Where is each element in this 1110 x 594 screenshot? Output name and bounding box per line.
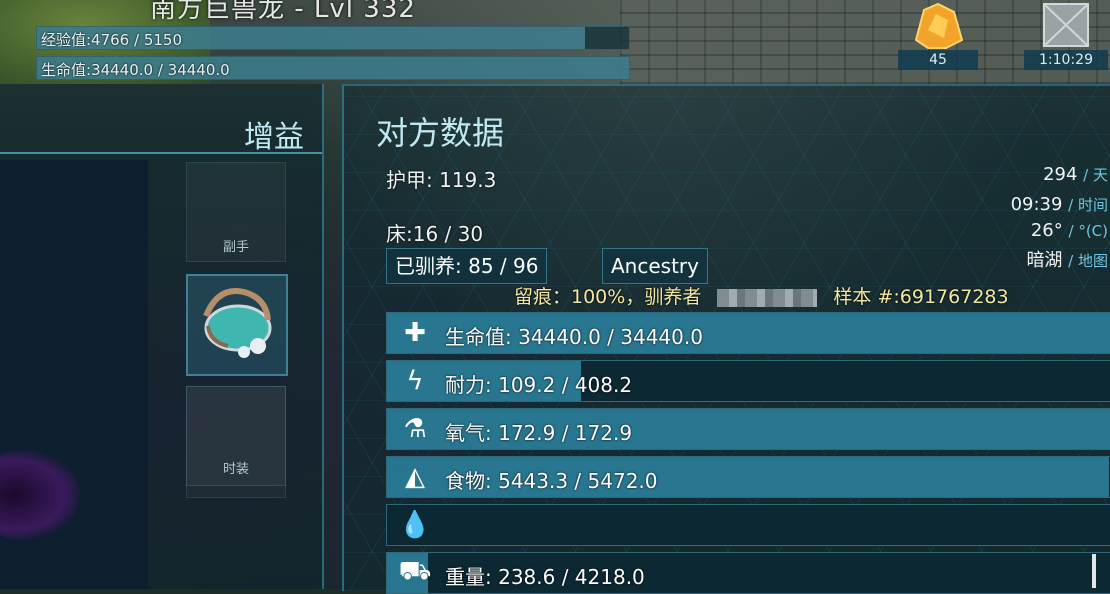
stamina-bolt-icon: ϟ — [406, 366, 424, 396]
stats-title: 对方数据 — [376, 114, 505, 152]
buffs-title-underline — [0, 152, 322, 154]
stat-bar-food-drumstick[interactable]: ◭ 食物: 5443.3 / 5472.0 — [386, 456, 1110, 498]
creature-name: 南方巨兽龙 - Lvl 332 — [150, 0, 416, 24]
stat-bar-label: 食物: 5443.3 / 5472.0 — [445, 469, 658, 493]
xp-bar: 经验值:4766 / 5150 — [36, 26, 630, 50]
health-cross-icon: ✚ — [404, 318, 426, 348]
day-value: 294 — [1043, 164, 1078, 185]
imprint-text: 留痕：100%，驯养者 — [514, 286, 702, 308]
temperature-unit: / °(C) — [1068, 222, 1109, 240]
oxygen-tank-icon: ⚗ — [403, 414, 427, 444]
day-unit: / 天 — [1083, 166, 1108, 184]
ancestry-button[interactable]: Ancestry — [602, 248, 708, 284]
health-bar: 生命值:34440.0 / 34440.0 — [36, 56, 630, 80]
stat-bar-health-cross[interactable]: ✚ 生命值: 34440.0 / 34440.0 — [386, 312, 1110, 354]
location-unit: / 地图 — [1068, 252, 1108, 270]
location-info: 暗湖 / 地图 — [1026, 246, 1108, 272]
stat-bar-weight[interactable]: ⛟ 重量: 238.6 / 4218.0 — [386, 552, 1110, 594]
saddle-icon — [203, 288, 272, 358]
temperature-info: 26° / °(C) — [1031, 220, 1108, 241]
imprint-line: 留痕：100%，驯养者 样本 #:691767283 — [514, 282, 1009, 309]
timer-text: 1:10:29 — [1024, 50, 1108, 70]
weight-icon: ⛟ — [398, 556, 432, 586]
food-drumstick-icon: ◭ — [405, 462, 425, 492]
amber-icon — [914, 2, 964, 49]
crate-icon — [1043, 3, 1089, 47]
stat-bar-stamina-bolt[interactable]: ϟ 耐力: 109.2 / 408.2 — [386, 360, 1110, 402]
location-value: 暗湖 — [1026, 250, 1063, 271]
time-value: 09:39 — [1010, 194, 1063, 215]
buffs-title: 增益 — [244, 120, 304, 155]
scrollbar-thumb[interactable] — [1092, 554, 1096, 588]
buffs-panel: 增益 副手 时装 — [0, 84, 324, 589]
stat-bar-label: 重量: 238.6 / 4218.0 — [445, 565, 645, 589]
water-drop-icon: 💧 — [398, 510, 432, 540]
time-unit: / 时间 — [1068, 196, 1108, 214]
temperature-value: 26° — [1030, 220, 1063, 241]
time-info: 09:39 / 时间 — [1011, 194, 1108, 215]
target-stats-panel: 对方数据 护甲: 119.3 床:16 / 30 已驯养: 85 / 96 An… — [342, 84, 1110, 594]
health-text: 生命值:34440.0 / 34440.0 — [41, 61, 230, 79]
stat-bar-label: 生命值: 34440.0 / 34440.0 — [445, 325, 703, 349]
slot-offhand[interactable]: 副手 — [186, 162, 286, 262]
tamer-name-redacted — [717, 288, 818, 307]
stat-bar-water-drop[interactable]: 💧 — [386, 504, 1110, 546]
creature-preview-model — [0, 450, 80, 540]
stat-bar-oxygen-tank[interactable]: ⚗ 氧气: 172.9 / 172.9 — [386, 408, 1110, 450]
slot-offhand-label: 副手 — [222, 240, 249, 255]
resource-slot[interactable]: 45 — [898, 0, 978, 70]
resource-count: 45 — [898, 50, 978, 70]
stat-bar-label: 氧气: 172.9 / 172.9 — [445, 421, 633, 445]
specimen-id: 样本 #:691767283 — [833, 286, 1009, 308]
tamed-count: 已驯养: 85 / 96 — [386, 248, 548, 284]
creature-preview — [0, 160, 148, 589]
stat-bar-label: 耐力: 109.2 / 408.2 — [445, 373, 633, 397]
timer-slot[interactable]: 1:10:29 — [1024, 0, 1108, 70]
slot-skin[interactable]: 时装 — [186, 386, 286, 498]
xp-text: 经验值:4766 / 5150 — [41, 31, 182, 49]
slot-skin-label: 时装 — [222, 462, 249, 477]
beds-stat: 床:16 / 30 — [386, 222, 484, 246]
armor-stat: 护甲: 119.3 — [386, 168, 497, 192]
day-info: 294 / 天 — [1043, 164, 1108, 185]
slot-saddle[interactable] — [186, 274, 288, 376]
